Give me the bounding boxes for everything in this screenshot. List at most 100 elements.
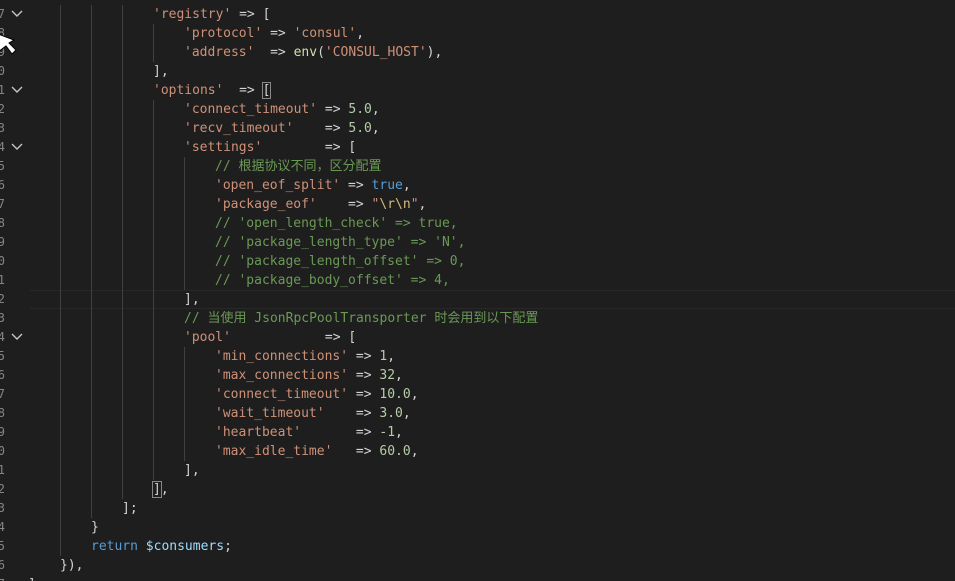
line-number: 6: [0, 558, 5, 572]
indent-guide: [153, 271, 154, 290]
code-area[interactable]: 'registry' => ['protocol' => 'consul','a…: [28, 0, 955, 581]
line-number: 6: [0, 178, 5, 192]
code-line[interactable]: 'settings' => [: [184, 138, 356, 157]
indent-guide: [184, 442, 185, 461]
indent-guide: [122, 404, 123, 423]
chevron-down-icon[interactable]: [11, 138, 23, 157]
indent-guide: [60, 5, 61, 24]
code-line[interactable]: // 'package_body_offset' => 4,: [215, 271, 450, 290]
code-line[interactable]: 'registry' => [: [153, 5, 270, 24]
indent-guide: [153, 119, 154, 138]
line-number: 5: [0, 539, 5, 553]
indent-guide: [60, 62, 61, 81]
code-line[interactable]: ];: [122, 499, 138, 518]
code-token: =>: [324, 406, 380, 421]
code-token: =>: [262, 26, 294, 41]
code-token: 'settings': [184, 140, 263, 155]
code-line[interactable]: 'pool' => [: [184, 328, 356, 347]
indent-guide: [153, 138, 154, 157]
indent-guide: [153, 328, 154, 347]
code-line[interactable]: // 'package_length_offset' => 0,: [215, 252, 465, 271]
indent-guide: [122, 100, 123, 119]
code-line[interactable]: 'recv_timeout' => 5.0,: [184, 119, 380, 138]
indent-guide: [184, 385, 185, 404]
indent-guide: [60, 100, 61, 119]
code-line[interactable]: // 'package_length_type' => 'N',: [215, 233, 465, 252]
code-line[interactable]: }: [91, 518, 99, 537]
line-number: 4: [0, 520, 5, 534]
indent-guide: [91, 176, 92, 195]
code-line[interactable]: }),: [60, 556, 83, 575]
chevron-down-icon[interactable]: [11, 5, 23, 24]
code-token: [: [261, 82, 272, 99]
indent-guide: [122, 290, 123, 309]
line-number: 0: [0, 444, 5, 458]
code-token: ];: [122, 501, 138, 516]
indent-guide: [122, 233, 123, 252]
code-line[interactable]: ],: [184, 461, 200, 480]
code-line[interactable]: 'connect_timeout' => 5.0,: [184, 100, 380, 119]
code-line[interactable]: ];: [28, 575, 44, 581]
code-token: 'min_connections': [215, 349, 349, 364]
code-editor[interactable]: 7890123456789012345678901234567 'registr…: [0, 0, 955, 581]
code-line[interactable]: 'max_idle_time' => 60.0,: [215, 442, 419, 461]
code-line[interactable]: ],: [153, 62, 169, 81]
chevron-down-icon[interactable]: [11, 328, 23, 347]
line-number: 7: [0, 7, 5, 21]
code-token: 'options': [153, 83, 224, 98]
code-line[interactable]: ],: [184, 290, 200, 309]
code-line[interactable]: 'max_connections' => 32,: [215, 366, 403, 385]
indent-guide: [60, 347, 61, 366]
code-token: // 当使用 JsonRpcPoolTransporter 时会用到以下配置: [184, 311, 539, 326]
indent-guide: [60, 157, 61, 176]
code-line[interactable]: 'heartbeat' => -1,: [215, 423, 403, 442]
indent-guide: [91, 290, 92, 309]
line-number: 6: [0, 368, 5, 382]
code-token: ]: [152, 481, 162, 498]
indent-guide: [122, 328, 123, 347]
indent-guide: [153, 195, 154, 214]
code-line[interactable]: 'protocol' => 'consul',: [184, 24, 364, 43]
indent-guide: [184, 195, 185, 214]
code-token: 32: [379, 368, 396, 383]
code-line[interactable]: ],: [152, 480, 169, 499]
indent-guide: [91, 404, 92, 423]
code-token: ,: [356, 26, 365, 41]
code-line[interactable]: 'open_eof_split' => true,: [215, 176, 411, 195]
code-line[interactable]: 'package_eof' => "\r\n",: [215, 195, 426, 214]
code-token: => [: [262, 140, 357, 155]
code-line[interactable]: 'connect_timeout' => 10.0,: [215, 385, 419, 404]
indent-guide: [60, 214, 61, 233]
line-number: 3: [0, 311, 5, 325]
code-line[interactable]: 'address' => env('CONSUL_HOST'),: [184, 43, 442, 62]
code-line[interactable]: // 根据协议不同，区分配置: [215, 157, 381, 176]
indent-guide: [91, 499, 92, 518]
code-line[interactable]: 'wait_timeout' => 3.0,: [215, 404, 411, 423]
code-token: \r\n: [379, 197, 411, 212]
indent-guide: [184, 347, 185, 366]
code-token: 5.0: [348, 102, 372, 117]
code-line[interactable]: // 'open_length_check' => true,: [215, 214, 458, 233]
code-token: 'package_eof': [215, 197, 317, 212]
indent-guide: [153, 24, 154, 43]
code-line[interactable]: // 当使用 JsonRpcPoolTransporter 时会用到以下配置: [184, 309, 538, 328]
indent-guide: [60, 138, 61, 157]
code-token: =>: [254, 45, 294, 60]
code-line[interactable]: return $consumers;: [91, 537, 232, 556]
chevron-down-icon[interactable]: [11, 81, 23, 100]
indent-guide: [60, 176, 61, 195]
code-token: // 根据协议不同，区分配置: [215, 159, 382, 174]
code-token: => [: [230, 330, 357, 345]
line-number: 2: [0, 482, 5, 496]
code-line[interactable]: 'options' => [: [153, 81, 272, 100]
indent-guide: [91, 442, 92, 461]
code-token: 'recv_timeout': [184, 121, 294, 136]
line-number: 4: [0, 140, 5, 154]
code-line[interactable]: 'min_connections' => 1,: [215, 347, 395, 366]
code-token: 'connect_timeout': [184, 102, 318, 117]
code-token: ,: [410, 387, 419, 402]
indent-guide: [60, 461, 61, 480]
code-token: ,: [160, 482, 169, 497]
code-token: 'address': [184, 45, 255, 60]
code-token: ,: [402, 178, 411, 193]
